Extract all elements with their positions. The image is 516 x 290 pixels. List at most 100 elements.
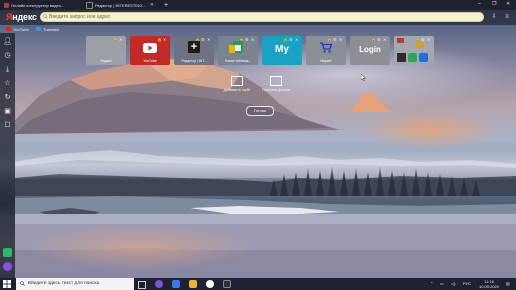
translate-icon: [36, 27, 41, 31]
done-button[interactable]: Готово: [246, 106, 274, 116]
add-site-button[interactable]: Добавить сайт: [215, 76, 259, 92]
tile-close-icon[interactable]: ✕: [163, 37, 166, 42]
tab-video-constructor[interactable]: Онлайн конструктор видео...: [4, 1, 74, 9]
tile-my[interactable]: 🔒 ⚙ ✕ My: [262, 36, 302, 65]
bookmark-youtube[interactable]: YouTube: [6, 25, 29, 33]
history-icon[interactable]: ◷: [3, 51, 12, 60]
tile-yandex[interactable]: 🔒 ✕ Яндекс: [86, 36, 126, 65]
refresh-icon[interactable]: ↻: [3, 93, 12, 102]
desktop-wallpaper: [0, 0, 516, 290]
tab-label: Онлайн конструктор видео...: [11, 2, 65, 8]
youtube-play-icon: [143, 43, 157, 53]
tile-my-text: My: [275, 44, 289, 55]
tile-login[interactable]: 🔒 ⚙ ✕ Login: [350, 36, 390, 65]
minimize-button[interactable]: –: [478, 1, 481, 7]
language-indicator[interactable]: РУС: [463, 281, 471, 286]
gallery-icon: [270, 76, 282, 86]
mouse-cursor-icon: [361, 74, 366, 81]
network-icon[interactable]: ▭: [440, 281, 444, 286]
downloads-icon[interactable]: ⇩: [490, 13, 498, 21]
tab-label: Редактор | INTERESTING...: [95, 2, 146, 8]
downloads-sidebar-icon[interactable]: ⤓: [3, 65, 12, 74]
add-site-icon: [231, 76, 243, 86]
notes-icon[interactable]: ☐: [3, 121, 12, 130]
edge-browser-icon[interactable]: [172, 280, 180, 288]
tray-chevron-icon[interactable]: ⌃: [430, 281, 433, 286]
tile-caption: YouTube: [143, 59, 157, 63]
tile-pin-icon[interactable]: 🔒: [113, 37, 118, 42]
add-site-label: Добавить сайт: [223, 87, 251, 92]
tile-login-text: Login: [359, 45, 381, 54]
tile-close-icon[interactable]: ✕: [119, 37, 122, 42]
close-window-button[interactable]: ✕: [506, 1, 510, 7]
tile-new-sheet[interactable]: 🔒 ⚙ ✕ Новая таблица...: [218, 36, 258, 65]
search-icon: [20, 281, 25, 286]
bookmark-label: YouTube: [13, 26, 29, 32]
tile-market[interactable]: 🔒 ⚙ ✕ Маркет: [306, 36, 346, 65]
bookmark-translate[interactable]: Translate: [36, 25, 60, 33]
tile-settings-icon[interactable]: ⚙: [377, 37, 381, 42]
tile-settings-icon[interactable]: ⚙: [201, 37, 205, 42]
windows-taskbar: Введите здесь текст для поиска ⌃ ▭ ◁) РУ…: [0, 278, 516, 290]
tile-caption: Яндекс: [100, 59, 112, 63]
tile-caption: Новая таблица...: [224, 59, 252, 63]
profile-icon[interactable]: 👤︎: [3, 37, 12, 46]
alice-taskbar-icon[interactable]: [155, 280, 163, 288]
wallpaper-lake-reflection: [20, 222, 260, 272]
notifications-icon[interactable]: ▤: [506, 281, 510, 286]
tile-close-icon[interactable]: ✕: [207, 37, 210, 42]
yandex-logo[interactable]: Яндекс: [6, 12, 37, 22]
tile-close-icon[interactable]: ✕: [251, 37, 254, 42]
tab-editor[interactable]: Редактор | INTERESTING... ✕: [86, 1, 160, 9]
tab-close-icon[interactable]: ✕: [150, 2, 154, 8]
address-bar[interactable]: [40, 12, 484, 22]
file-explorer-icon[interactable]: [189, 280, 197, 288]
clock-date: 10.09.2020: [478, 284, 500, 289]
app-icon: [408, 53, 417, 62]
tile-close-icon[interactable]: ✕: [383, 37, 386, 42]
messenger-icon[interactable]: [3, 248, 12, 257]
bookmarks-bar: YouTube Translate: [0, 25, 516, 33]
tab-favicon: [86, 1, 93, 9]
tile-caption: Маркет: [320, 59, 332, 63]
tile-pin-icon[interactable]: 🔒: [157, 37, 162, 42]
collections-icon[interactable]: ▣: [3, 107, 12, 116]
app-icon: [416, 42, 424, 48]
tab-favicon: [4, 2, 9, 8]
menu-icon[interactable]: ≡: [503, 13, 511, 21]
restore-button[interactable]: ❐: [492, 1, 496, 7]
tile-settings-icon[interactable]: ⚙: [245, 37, 249, 42]
yandex-logo-icon: [397, 38, 404, 43]
tile-close-icon[interactable]: ✕: [339, 37, 342, 42]
search-icon: [43, 14, 48, 19]
tile-youtube[interactable]: 🔒 ✕ YouTube: [130, 36, 170, 65]
windows-start-icon[interactable]: [3, 280, 11, 288]
plus-icon: +: [188, 41, 200, 53]
wallpaper-mist: [0, 150, 516, 180]
background-gallery-button[interactable]: Галерея фонов: [254, 76, 298, 92]
tile-pin-icon[interactable]: 🔒: [283, 37, 288, 42]
tab-strip: Онлайн конструктор видео... Редактор | I…: [0, 0, 516, 10]
bookmark-label: Translate: [43, 26, 60, 32]
app-taskbar-icon[interactable]: [223, 280, 231, 288]
tile-close-icon[interactable]: ✕: [427, 37, 430, 42]
bookmarks-star-icon[interactable]: ☆: [3, 79, 12, 88]
task-view-icon[interactable]: [138, 281, 146, 289]
alice-assistant-icon[interactable]: [3, 262, 12, 271]
taskbar-search-text: Введите здесь текст для поиска: [28, 281, 100, 286]
tile-editor[interactable]: 🔒 ⚙ ✕ + Редактор | INT...: [174, 36, 214, 65]
youtube-icon: [6, 27, 11, 31]
address-input[interactable]: [49, 13, 469, 21]
tile-close-icon[interactable]: ✕: [295, 37, 298, 42]
system-clock[interactable]: 11:16 10.09.2020: [476, 279, 502, 289]
new-tab-button[interactable]: +: [164, 1, 172, 9]
folder-icon: [229, 45, 235, 53]
tile-settings-icon[interactable]: ⚙: [289, 37, 293, 42]
volume-icon[interactable]: ◁): [451, 281, 455, 286]
tile-settings-icon[interactable]: ⚙: [333, 37, 337, 42]
yandex-browser-taskbar-icon[interactable]: [206, 280, 214, 288]
gallery-label: Галерея фонов: [261, 87, 291, 92]
tile-pin-icon[interactable]: 🔒: [371, 37, 376, 42]
taskbar-search[interactable]: Введите здесь текст для поиска: [16, 278, 134, 290]
tile-apps[interactable]: 🔒 ⚙ ✕: [394, 36, 434, 65]
